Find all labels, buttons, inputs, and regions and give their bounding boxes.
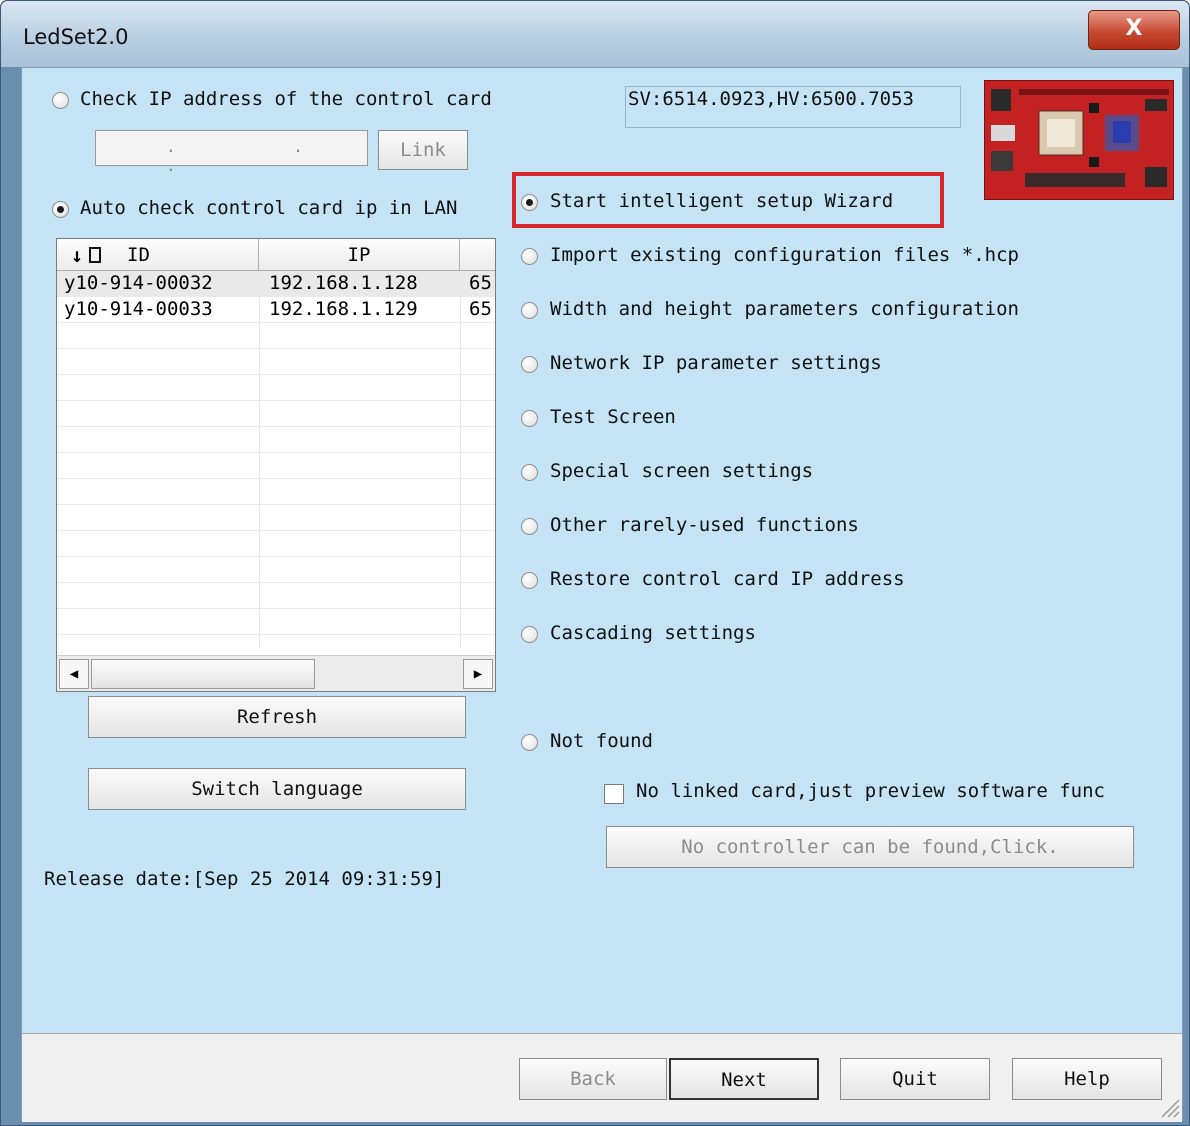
help-button[interactable]: Help — [1012, 1058, 1162, 1100]
option-label-width-height: Width and height parameters configuratio… — [550, 298, 1019, 320]
option-radio-width-height[interactable] — [521, 302, 538, 319]
file-icon — [89, 247, 101, 263]
no-linked-card-label: No linked card,just preview software fun… — [636, 780, 1105, 802]
table-row-empty — [57, 531, 495, 557]
table-row-empty — [57, 453, 495, 479]
back-button[interactable]: Back — [519, 1058, 667, 1100]
cell-extra: 65 — [469, 298, 492, 320]
option-label-special-screen: Special screen settings — [550, 460, 814, 482]
no-controller-button[interactable]: No controller can be found,Click. — [606, 826, 1134, 868]
cell-ip: 192.168.1.129 — [269, 298, 418, 320]
no-linked-card-checkbox[interactable] — [604, 784, 624, 804]
check-ip-radio[interactable] — [52, 92, 69, 109]
resize-grip-icon[interactable] — [1158, 1096, 1180, 1118]
column-header-extra[interactable] — [460, 239, 495, 271]
not-found-label: Not found — [550, 730, 653, 752]
option-radio-network-ip[interactable] — [521, 356, 538, 373]
column-header-id[interactable]: ↓ ID — [57, 239, 259, 271]
auto-check-radio[interactable] — [52, 201, 69, 218]
window-title: LedSet2.0 — [23, 25, 129, 49]
table-row-empty — [57, 505, 495, 531]
option-radio-cascading[interactable] — [521, 626, 538, 643]
horizontal-scrollbar[interactable]: ◀ ▶ — [57, 655, 495, 691]
control-card-board-graphic — [985, 81, 1173, 199]
content-panel: Check IP address of the control card . .… — [22, 68, 1182, 1033]
cell-id: y10-914-00033 — [64, 298, 213, 320]
check-ip-label: Check IP address of the control card — [80, 88, 492, 110]
scroll-left-icon[interactable]: ◀ — [59, 659, 89, 689]
footer-bar: Back Next Quit Help — [22, 1033, 1182, 1122]
release-date: Release date:[Sep 25 2014 09:31:59] — [44, 868, 445, 890]
cell-id: y10-914-00032 — [64, 272, 213, 294]
table-row-empty — [57, 557, 495, 583]
table-row-empty — [57, 349, 495, 375]
auto-check-label: Auto check control card ip in LAN — [80, 197, 458, 219]
option-radio-import[interactable] — [521, 248, 538, 265]
table-row-empty — [57, 401, 495, 427]
option-radio-wizard[interactable] — [521, 194, 538, 211]
option-radio-special-screen[interactable] — [521, 464, 538, 481]
table-row[interactable]: y10-914-00033 192.168.1.129 65 — [57, 297, 495, 323]
next-button[interactable]: Next — [669, 1058, 819, 1100]
option-label-test-screen: Test Screen — [550, 406, 676, 428]
app-window: LedSet2.0 X Check IP address of the cont… — [0, 0, 1190, 1126]
table-row[interactable]: y10-914-00032 192.168.1.128 65 — [57, 271, 495, 297]
option-radio-restore-ip[interactable] — [521, 572, 538, 589]
title-bar: LedSet2.0 X — [1, 1, 1189, 67]
option-radio-other-functions[interactable] — [521, 518, 538, 535]
option-label-restore-ip: Restore control card IP address — [550, 568, 905, 590]
table-row-empty — [57, 375, 495, 401]
link-button[interactable]: Link — [378, 130, 468, 170]
option-label-network-ip: Network IP parameter settings — [550, 352, 882, 374]
scroll-thumb[interactable] — [91, 659, 315, 689]
ip-address-input[interactable]: . . . — [95, 130, 368, 175]
column-header-ip[interactable]: IP — [259, 239, 460, 271]
option-label-cascading: Cascading settings — [550, 622, 756, 644]
scroll-right-icon[interactable]: ▶ — [463, 659, 493, 689]
option-radio-test-screen[interactable] — [521, 410, 538, 427]
option-label-other-functions: Other rarely-used functions — [550, 514, 859, 536]
option-label-import: Import existing configuration files *.hc… — [550, 244, 1019, 266]
close-button[interactable]: X — [1088, 10, 1180, 50]
table-row-empty — [57, 479, 495, 505]
table-row-empty — [57, 427, 495, 453]
version-info: SV:6514.0923,HV:6500.7053 — [625, 86, 961, 128]
table-row-empty — [57, 323, 495, 349]
control-card-image — [984, 80, 1174, 200]
card-list-table[interactable]: ↓ ID IP y10-914-00032 192.168.1.128 65 y… — [56, 238, 496, 692]
sort-down-icon: ↓ — [71, 243, 84, 267]
refresh-button[interactable]: Refresh — [88, 696, 466, 738]
option-label-wizard: Start intelligent setup Wizard — [550, 190, 894, 212]
ip-dots: . . . — [166, 137, 357, 175]
switch-language-button[interactable]: Switch language — [88, 768, 466, 810]
not-found-radio[interactable] — [521, 734, 538, 751]
table-row-empty — [57, 609, 495, 635]
client-area: Check IP address of the control card . .… — [21, 67, 1183, 1122]
close-icon: X — [1125, 16, 1143, 41]
cell-ip: 192.168.1.128 — [269, 272, 418, 294]
quit-button[interactable]: Quit — [840, 1058, 990, 1100]
table-row-empty — [57, 583, 495, 609]
cell-extra: 65 — [469, 272, 492, 294]
